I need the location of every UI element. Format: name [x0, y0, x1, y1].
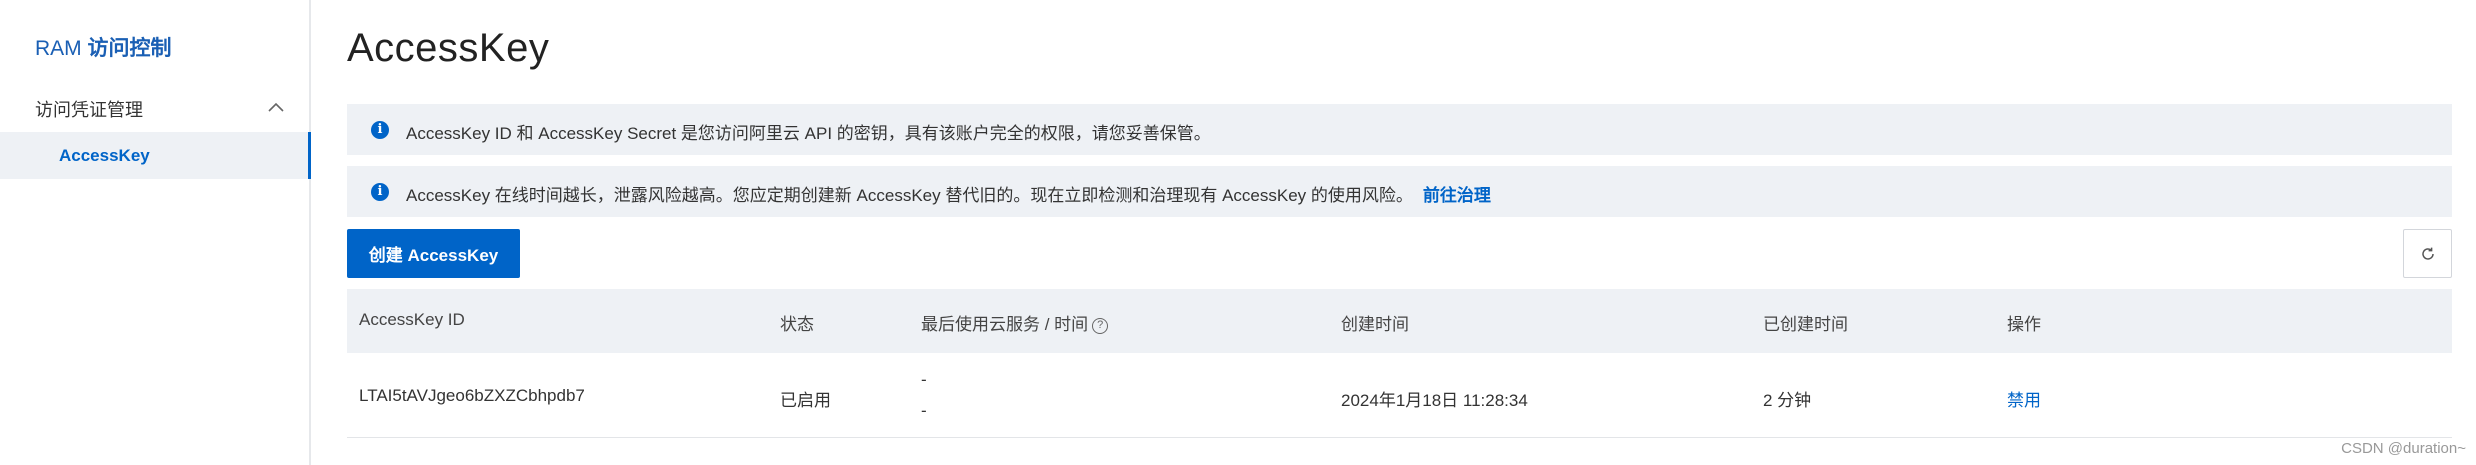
notice-risk: i AccessKey 在线时间越长，泄露风险越高。您应定期创建新 Access… [347, 166, 2452, 217]
page-title: AccessKey [347, 26, 550, 70]
header-last-used-label: 最后使用云服务 / 时间 [921, 315, 1089, 334]
header-age: 已创建时间 [1763, 315, 1848, 334]
chevron-up-icon [268, 102, 284, 112]
help-icon[interactable]: ? [1092, 317, 1109, 334]
disable-link[interactable]: 禁用 [2007, 386, 2041, 411]
sidebar-item-label: AccessKey [59, 146, 150, 165]
header-actions: 操作 [2007, 315, 2041, 334]
refresh-button[interactable] [2403, 229, 2452, 278]
notice-text: AccessKey 在线时间越长，泄露风险越高。您应定期创建新 AccessKe… [406, 186, 1413, 205]
watermark: CSDN @duration~ [2341, 440, 2466, 457]
create-accesskey-button[interactable]: 创建 AccessKey [347, 229, 520, 278]
sidebar: RAM 访问控制 访问凭证管理 AccessKey [0, 0, 311, 465]
main-content: AccessKey i AccessKey ID 和 AccessKey Sec… [347, 0, 2452, 465]
notice-text-container: AccessKey 在线时间越长，泄露风险越高。您应定期创建新 AccessKe… [406, 181, 1491, 206]
cell-last-time: - [921, 401, 927, 420]
table-row: LTAI5tAVJgeo6bZXZCbhpdb7 已启用 - - 2024年1月… [347, 353, 2452, 438]
info-icon: i [371, 121, 389, 139]
cell-age: 2 分钟 [1763, 391, 1812, 410]
header-created: 创建时间 [1341, 315, 1409, 334]
notice-text: AccessKey ID 和 AccessKey Secret 是您访问阿里云 … [406, 124, 1211, 143]
cell-last-service: - [921, 370, 927, 389]
header-last-used: 最后使用云服务 / 时间? [921, 310, 1109, 335]
table-header: AccessKey ID 状态 最后使用云服务 / 时间? 创建时间 已创建时间… [347, 289, 2452, 353]
refresh-icon [2422, 247, 2434, 260]
header-status: 状态 [780, 315, 814, 334]
nav-group-credentials[interactable]: 访问凭证管理 [35, 96, 285, 120]
info-icon: i [371, 183, 389, 201]
cell-status: 已启用 [780, 391, 831, 410]
cell-accesskey-id: LTAI5tAVJgeo6bZXZCbhpdb7 [359, 386, 585, 405]
sidebar-item-accesskey[interactable]: AccessKey [0, 132, 311, 179]
govern-link[interactable]: 前往治理 [1423, 186, 1491, 205]
nav-group-label: 访问凭证管理 [35, 100, 143, 120]
brand-title[interactable]: RAM 访问控制 [35, 32, 172, 62]
notice-secret: i AccessKey ID 和 AccessKey Secret 是您访问阿里… [347, 104, 2452, 155]
brand-name: 访问控制 [87, 37, 172, 60]
cell-created: 2024年1月18日 11:28:34 [1341, 391, 1528, 410]
header-accesskey-id: AccessKey ID [359, 310, 465, 329]
brand-prefix: RAM [35, 37, 82, 60]
